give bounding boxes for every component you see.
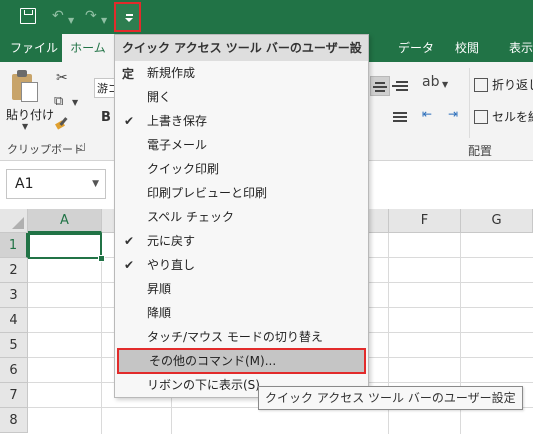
column-header-a[interactable]: A (28, 209, 102, 233)
checkmark-icon: ✔ (124, 234, 135, 248)
menu-item-more-commands[interactable]: その他のコマンド(M)... (117, 348, 366, 374)
menu-item-label: 新規作成 (147, 66, 196, 80)
menu-item-label: タッチ/マウス モードの切り替え (147, 330, 323, 344)
merge-cells-label: セルを結 (492, 110, 533, 124)
alignment-group-label: 配置 (468, 144, 493, 158)
menu-item-label: クイック印刷 (147, 162, 220, 176)
tab-file[interactable]: ファイル (10, 34, 58, 62)
column-header-g[interactable]: G (461, 209, 533, 233)
menu-item-label: 印刷プレビューと印刷 (147, 186, 268, 200)
cut-icon[interactable]: ✂ (56, 70, 68, 86)
row-header-8[interactable]: 8 (0, 408, 28, 433)
copy-dropdown-icon[interactable]: ▼ (72, 98, 78, 107)
tooltip: クイック アクセス ツール バーのユーザー設定 (258, 386, 523, 410)
menu-item-label: やり直し (147, 258, 196, 272)
customize-qat-button[interactable] (114, 2, 141, 32)
row-header-5[interactable]: 5 (0, 333, 28, 358)
merge-cells-icon (474, 110, 488, 124)
grid-line (101, 233, 102, 434)
format-painter-icon[interactable] (55, 116, 70, 130)
undo-icon[interactable]: ↶ (52, 8, 64, 24)
title-bar: ↶ ▼ ↷ ▼ (0, 0, 533, 34)
menu-item-label: 上書き保存 (147, 114, 208, 128)
menu-item-label: 開く (147, 90, 172, 104)
menu-header: クイック アクセス ツール バーのユーザー設定 (115, 35, 368, 81)
menu-item-touch-mode[interactable]: タッチ/マウス モードの切り替え (115, 325, 368, 349)
customize-qat-icon (126, 14, 133, 16)
tab-view[interactable]: 表示 (509, 34, 533, 62)
save-icon[interactable] (20, 8, 36, 24)
redo-icon[interactable]: ↷ (85, 8, 97, 24)
row-header-1[interactable]: 1 (0, 233, 28, 258)
checkmark-icon: ✔ (124, 114, 135, 128)
menu-item-label: 昇順 (147, 282, 172, 296)
menu-item-sort-ascending[interactable]: 昇順 (115, 277, 368, 301)
menu-item-label: 電子メール (147, 138, 208, 152)
tab-home[interactable]: ホーム (62, 34, 114, 62)
paste-button-label[interactable]: 貼り付け (6, 106, 54, 123)
row-header-6[interactable]: 6 (0, 358, 28, 383)
menu-item-sort-descending[interactable]: 降順 (115, 301, 368, 325)
orientation-dropdown-icon[interactable]: ▼ (442, 80, 448, 89)
menu-item-quick-print[interactable]: クイック印刷 (115, 157, 368, 181)
decrease-indent-icon[interactable]: ⇤ (422, 107, 432, 121)
checkmark-icon: ✔ (124, 258, 135, 272)
menu-item-undo[interactable]: ✔ 元に戻す (115, 229, 368, 253)
row-header-3[interactable]: 3 (0, 283, 28, 308)
orientation-icon[interactable]: ab (422, 74, 439, 90)
menu-item-label: 降順 (147, 306, 172, 320)
name-box[interactable]: A1 ▼ (6, 169, 106, 199)
row-header-4[interactable]: 4 (0, 308, 28, 333)
increase-indent-icon[interactable]: ⇥ (448, 107, 458, 121)
menu-item-label: スペル チェック (147, 210, 234, 224)
bold-button[interactable]: B (101, 110, 111, 125)
active-cell-a1[interactable] (28, 233, 102, 259)
merge-cells-button[interactable]: セルを結 (474, 108, 533, 125)
paste-dropdown-icon[interactable]: ▼ (22, 122, 28, 131)
ribbon-divider (469, 68, 470, 138)
align-right-icon[interactable] (392, 78, 410, 94)
row-header-2[interactable]: 2 (0, 258, 28, 283)
redo-dropdown-icon[interactable]: ▼ (101, 13, 107, 29)
column-header-f[interactable]: F (389, 209, 461, 233)
menu-item-spelling[interactable]: スペル チェック (115, 205, 368, 229)
name-box-dropdown-icon[interactable]: ▼ (92, 170, 99, 198)
customize-qat-menu: クイック アクセス ツール バーのユーザー設定 新規作成 開く ✔ 上書き保存 … (114, 34, 369, 398)
paste-icon[interactable] (12, 70, 38, 102)
fill-handle[interactable] (98, 255, 105, 262)
align-center-icon[interactable] (370, 76, 390, 96)
clipboard-group-label: クリップボード (7, 143, 84, 156)
menu-item-email[interactable]: 電子メール (115, 133, 368, 157)
menu-item-label: リボンの下に表示(S) (147, 378, 260, 392)
menu-item-open[interactable]: 開く (115, 85, 368, 109)
menu-item-label: その他のコマンド(M)... (149, 354, 277, 368)
tab-data[interactable]: データ (398, 34, 434, 62)
wrap-text-icon (474, 78, 488, 92)
wrap-text-label: 折り返し (492, 78, 533, 92)
menu-item-save[interactable]: ✔ 上書き保存 (115, 109, 368, 133)
menu-item-redo[interactable]: ✔ やり直し (115, 253, 368, 277)
menu-item-new[interactable]: 新規作成 (115, 61, 368, 85)
tab-review[interactable]: 校閲 (455, 34, 479, 62)
menu-item-print-preview[interactable]: 印刷プレビューと印刷 (115, 181, 368, 205)
wrap-text-button[interactable]: 折り返し (474, 76, 533, 93)
name-box-value: A1 (15, 176, 34, 192)
column-header[interactable] (369, 209, 389, 233)
select-all-button[interactable] (0, 209, 28, 233)
clipboard-launcher-icon[interactable] (77, 143, 85, 151)
align-bottom-icon[interactable] (393, 110, 407, 122)
row-header-7[interactable]: 7 (0, 383, 28, 408)
menu-item-label: 元に戻す (147, 234, 196, 248)
undo-dropdown-icon[interactable]: ▼ (68, 13, 74, 29)
copy-icon[interactable]: ⧉ (54, 94, 63, 109)
